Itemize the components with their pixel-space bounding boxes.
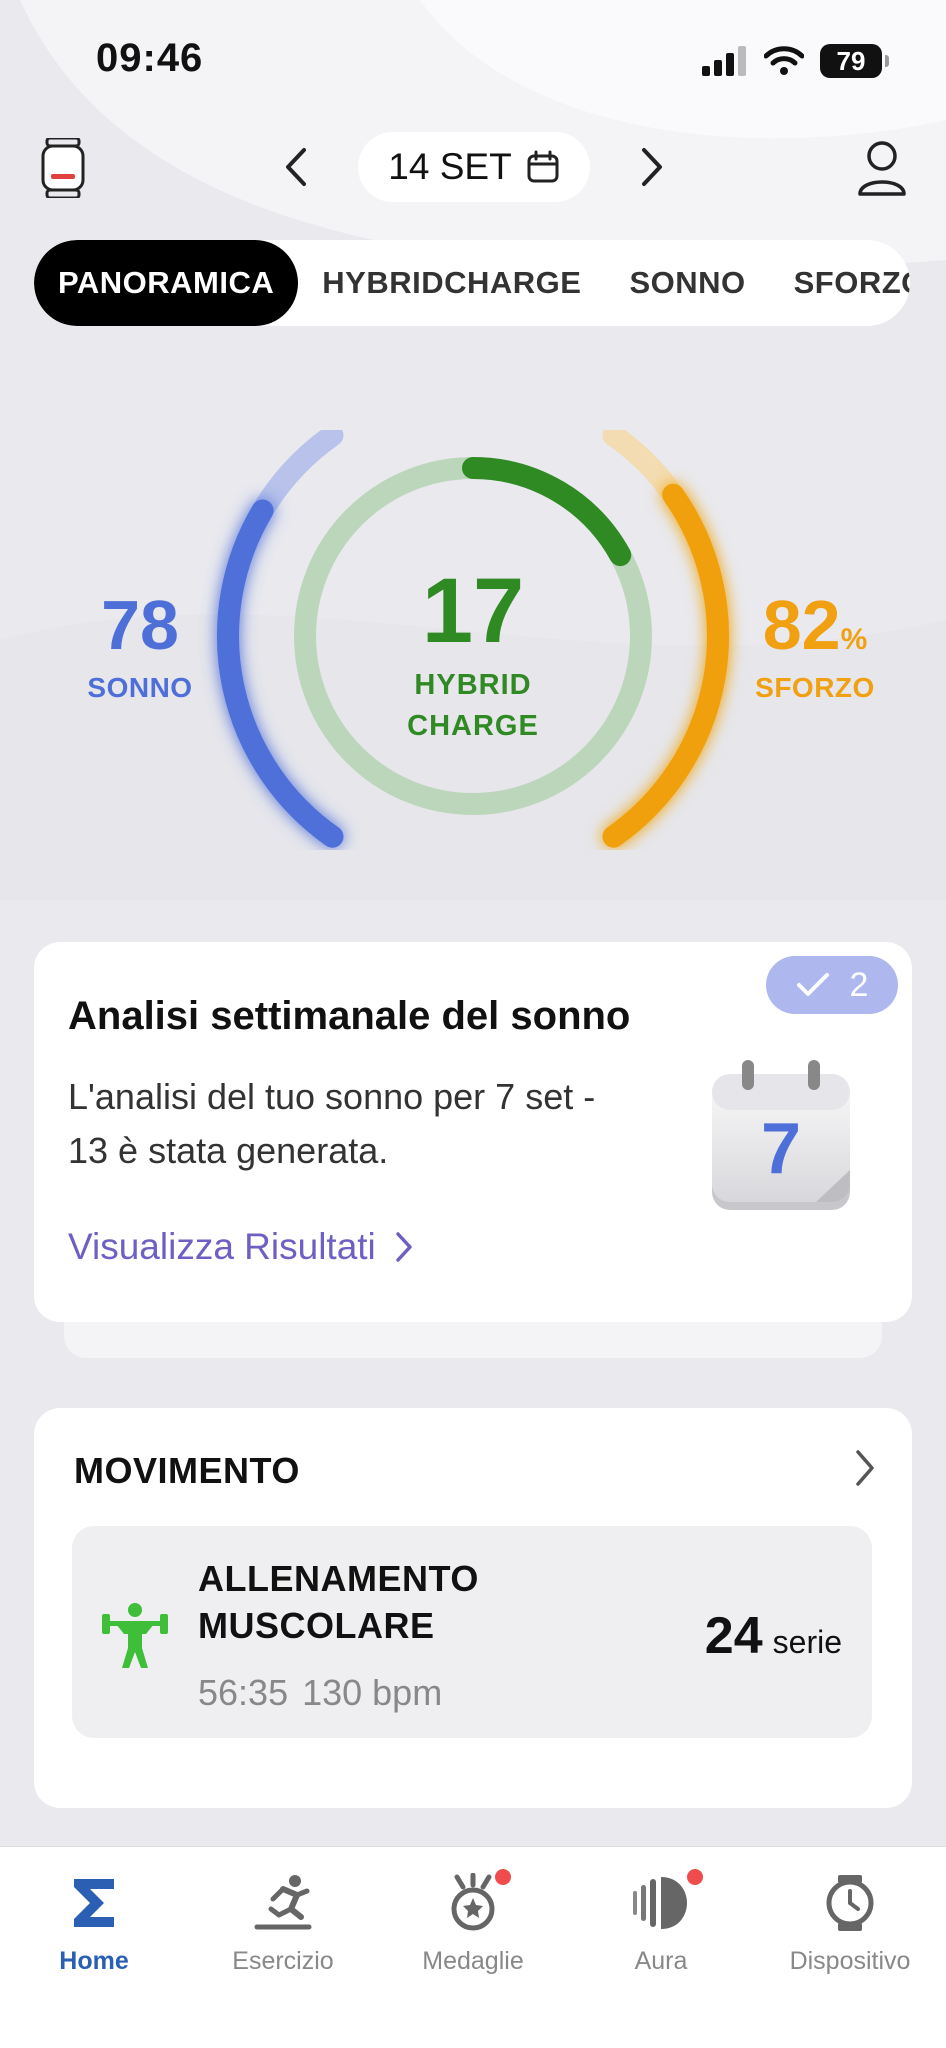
view-results-label: Visualizza Risultati [68,1226,376,1267]
nav-medaglie-label: Medaglie [422,1947,524,1975]
previous-day-button[interactable] [276,144,316,190]
date-label: 14 SET [388,146,512,187]
view-results-link[interactable]: Visualizza Risultati [68,1226,414,1268]
effort-score[interactable]: 82% SFORZO [740,590,890,704]
effort-score-unit: % [840,623,868,656]
sleep-score-value: 78 [101,586,179,664]
tab-sonno[interactable]: SONNO [605,240,769,326]
card-title: Analisi settimanale del sonno [68,994,631,1038]
hybridcharge-score[interactable]: 17 HYBRID CHARGE [373,565,573,746]
check-icon [796,973,829,996]
effort-score-label: SFORZO [755,672,875,703]
completed-badge: 2 [766,956,898,1014]
activity-count: 24 serie [705,1606,842,1666]
nav-esercizio[interactable]: Esercizio [203,1873,363,1976]
watch-icon [826,1875,874,1931]
status-time: 09:46 [96,36,204,80]
wifi-icon [764,46,804,75]
medal-icon [451,1873,495,1931]
aura-notification-dot [687,1869,703,1885]
nav-aura-label: Aura [634,1947,688,1975]
chevron-right-icon[interactable] [850,1444,880,1492]
nav-home-label: Home [59,1947,129,1975]
tab-hybridcharge[interactable]: HYBRIDCHARGE [298,240,605,326]
profile-icon[interactable] [856,138,908,198]
calendar-icon [527,150,559,183]
weekly-sleep-card[interactable]: 2 Analisi settimanale del sonno L'analis… [34,942,912,1322]
badge-count: 2 [849,965,869,1004]
medaglie-notification-dot [495,1869,511,1885]
hybridcharge-value: 17 [421,560,525,662]
aura-icon [633,1877,687,1929]
nav-esercizio-label: Esercizio [232,1947,334,1975]
calendar-illustration-icon: 7 [706,1060,856,1220]
activity-name: ALLENAMENTO MUSCOLARE [198,1558,479,1646]
status-icons: 79 [702,44,889,78]
activity-stats: 56:35 130 bpm [198,1672,442,1714]
activity-duration: 56:35 [198,1672,289,1713]
sleep-score[interactable]: 78 SONNO [60,590,220,704]
nav-dispositivo-label: Dispositivo [789,1947,911,1975]
activity-heart-rate: 130 bpm [302,1672,443,1713]
status-bar: 09:46 79 [0,0,946,120]
nav-dispositivo[interactable]: Dispositivo [770,1873,930,1976]
tab-sforzo[interactable]: SFORZO [770,240,910,326]
next-day-button[interactable] [632,144,672,190]
signal-icon [702,46,746,76]
nav-medaglie[interactable]: Medaglie [393,1869,553,1976]
movement-card[interactable]: MOVIMENTO ALLENAMENTO MUSCOLARE 56:35 13… [34,1408,912,1808]
sigma-icon [74,1879,114,1927]
activity-count-value: 24 [704,1607,763,1665]
scores-gauge[interactable]: 78 SONNO 17 HYBRID CHARGE 82% SFORZO [0,430,946,850]
date-picker[interactable]: 14 SET [358,132,590,202]
card-body: L'analisi del tuo sonno per 7 set - 13 è… [68,1076,596,1171]
runner-icon [254,1875,312,1930]
hybridcharge-label-line2: CHARGE [407,709,539,742]
activity-count-unit: serie [772,1624,842,1660]
nav-aura[interactable]: Aura [581,1869,741,1976]
calendar-day: 7 [760,1109,802,1189]
hybrid-ring-progress [462,457,632,567]
effort-score-value: 82 [762,586,841,664]
weightlifting-icon [102,1603,168,1668]
chevron-right-icon [396,1232,412,1262]
hybridcharge-label-line1: HYBRID [414,669,532,701]
sleep-score-label: SONNO [87,672,193,703]
watch-device-icon[interactable] [40,138,86,198]
activity-item[interactable]: ALLENAMENTO MUSCOLARE 56:35 130 bpm 24 s… [72,1526,872,1738]
tab-panoramica[interactable]: PANORAMICA [34,240,299,326]
bottom-navigation: Home Esercizio Medaglie Aura Dispositivo [0,1846,946,2048]
movement-title: MOVIMENTO [74,1450,300,1491]
tab-bar: PANORAMICA HYBRIDCHARGE SONNO SFORZO [34,240,910,326]
header: 14 SET [0,128,946,208]
nav-home[interactable]: Home [14,1873,174,1976]
battery-indicator: 79 [820,44,889,78]
